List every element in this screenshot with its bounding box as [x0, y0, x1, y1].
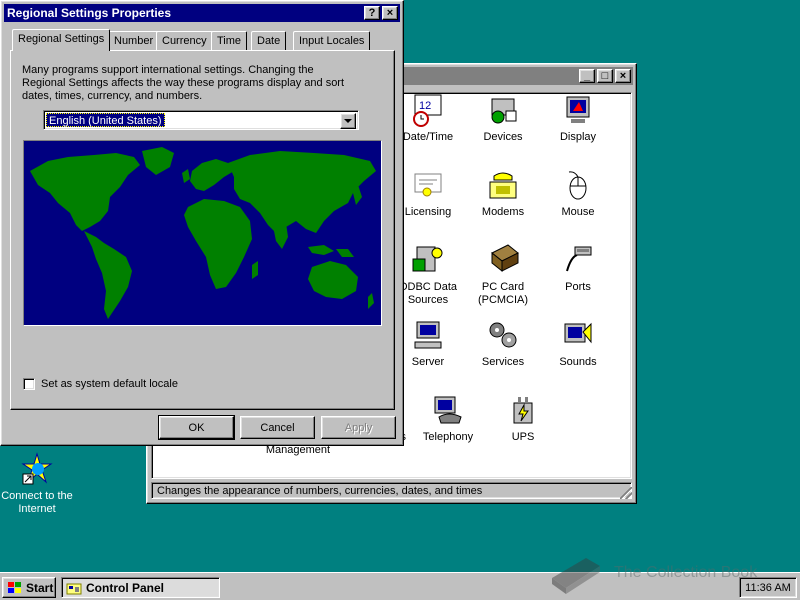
- mouse-icon: [568, 171, 587, 200]
- world-map: [23, 140, 382, 326]
- close-icon: ×: [619, 69, 627, 82]
- maximize-icon: □: [601, 69, 609, 82]
- cp-item-label: Mouse: [561, 206, 595, 218]
- devices-icon: [491, 98, 517, 124]
- cp-item-label: Ports: [565, 281, 591, 293]
- minimize-icon: _: [583, 69, 591, 82]
- locale-selected-value: English (United States): [46, 113, 165, 127]
- system-tray: 11:36 AM: [739, 577, 797, 598]
- world-map-image: [24, 141, 381, 325]
- resize-grip-icon[interactable]: [620, 487, 632, 499]
- tab-input-locales[interactable]: Input Locales: [293, 31, 371, 50]
- cp-item-label: UPS: [511, 431, 535, 443]
- tab-time[interactable]: Time: [211, 31, 248, 50]
- modems-icon: [489, 172, 517, 199]
- cp-item-label: Devices: [483, 131, 523, 143]
- cp-item-pc-card[interactable]: PC Card (PCMCIA): [464, 243, 542, 307]
- odbc-icon: [412, 246, 443, 272]
- connect-internet-label: Connect to the Internet: [1, 490, 73, 515]
- chevron-down-icon: [344, 118, 352, 123]
- minimize-button[interactable]: _: [579, 69, 595, 83]
- cp-item-label: Display: [559, 131, 597, 143]
- services-icon: [489, 322, 517, 348]
- close-icon: ×: [386, 6, 394, 19]
- system-default-checkbox-row[interactable]: Set as system default locale: [23, 378, 178, 390]
- start-label: Start: [26, 580, 54, 595]
- tab-label: Regional Settings: [18, 33, 105, 45]
- tab-date[interactable]: Date: [251, 31, 287, 50]
- dropdown-arrow-button[interactable]: [340, 113, 356, 129]
- clock[interactable]: 11:36 AM: [745, 582, 791, 594]
- cp-item-mouse[interactable]: Mouse: [539, 168, 617, 219]
- close-button[interactable]: ×: [615, 69, 631, 83]
- cancel-label: Cancel: [260, 421, 295, 434]
- ok-button[interactable]: OK: [158, 415, 235, 440]
- task-label: Control Panel: [86, 580, 165, 595]
- status-bar: Changes the appearance of numbers, curre…: [151, 482, 632, 499]
- tab-panel: Many programs support international sett…: [10, 50, 395, 410]
- cp-item-label: Telephony: [422, 431, 474, 443]
- cp-item-label: PC Card (PCMCIA): [477, 281, 529, 306]
- sounds-icon: [564, 322, 592, 344]
- tab-label: Date: [257, 35, 281, 47]
- cp-item-sounds[interactable]: Sounds: [539, 318, 617, 369]
- cp-item-display[interactable]: Display: [539, 93, 617, 144]
- telephony-icon: [434, 396, 462, 424]
- cp-item-services[interactable]: Services: [464, 318, 542, 369]
- cancel-button[interactable]: Cancel: [240, 416, 315, 439]
- ok-label: OK: [188, 421, 205, 434]
- system-default-checkbox[interactable]: [23, 378, 35, 390]
- licensing-icon: [414, 173, 442, 197]
- regional-settings-dialog: Regional Settings Properties ? × Regiona…: [0, 0, 404, 446]
- start-button[interactable]: Start: [2, 577, 56, 598]
- server-icon: [414, 321, 442, 349]
- tab-regional-settings[interactable]: Regional Settings: [12, 29, 111, 51]
- cp-item-ports[interactable]: Ports: [539, 243, 617, 294]
- cp-item-ups[interactable]: UPS: [484, 393, 562, 444]
- tab-label: Time: [217, 35, 242, 47]
- svg-text:12: 12: [419, 100, 431, 112]
- cp-item-modems[interactable]: Modems: [464, 168, 542, 219]
- tab-number[interactable]: Number: [108, 31, 160, 50]
- apply-button[interactable]: Apply: [321, 416, 396, 439]
- connect-internet-icon: [21, 452, 53, 485]
- control-panel-icon: [66, 583, 82, 594]
- taskbar: Start Control Panel 11:36 AM: [0, 572, 800, 600]
- maximize-button[interactable]: □: [597, 69, 613, 83]
- tab-label: Number: [114, 35, 154, 47]
- windows-logo-icon: [8, 581, 21, 593]
- description-text: Many programs support international sett…: [22, 64, 345, 102]
- dialog-close-button[interactable]: ×: [382, 6, 398, 20]
- ups-icon: [513, 397, 533, 424]
- help-button[interactable]: ?: [364, 6, 380, 20]
- help-icon: ?: [368, 6, 376, 19]
- status-text: Changes the appearance of numbers, curre…: [157, 484, 483, 497]
- display-icon: [566, 96, 590, 123]
- locale-dropdown[interactable]: English (United States): [43, 110, 359, 130]
- cp-item-label: Sounds: [559, 356, 597, 368]
- cp-item-label: Services: [481, 356, 525, 368]
- taskbar-task-control-panel[interactable]: Control Panel: [61, 577, 220, 598]
- apply-label: Apply: [344, 421, 373, 434]
- tab-currency[interactable]: Currency: [156, 31, 213, 50]
- dialog-title: Regional Settings Properties: [7, 6, 172, 20]
- dialog-titlebar[interactable]: Regional Settings Properties ? ×: [4, 4, 400, 22]
- desktop-icon-connect[interactable]: Connect to the Internet: [0, 452, 74, 516]
- cp-item-telephony[interactable]: Telephony: [409, 393, 487, 444]
- checkbox-label: Set as system default locale: [41, 378, 178, 390]
- cp-item-devices[interactable]: Devices: [464, 93, 542, 144]
- ports-icon: [566, 246, 592, 272]
- tab-label: Input Locales: [299, 35, 365, 47]
- tab-label: Currency: [162, 35, 207, 47]
- pc-card-icon: [491, 244, 519, 273]
- date-time-icon: 12: [413, 94, 442, 127]
- cp-item-label: Modems: [481, 206, 525, 218]
